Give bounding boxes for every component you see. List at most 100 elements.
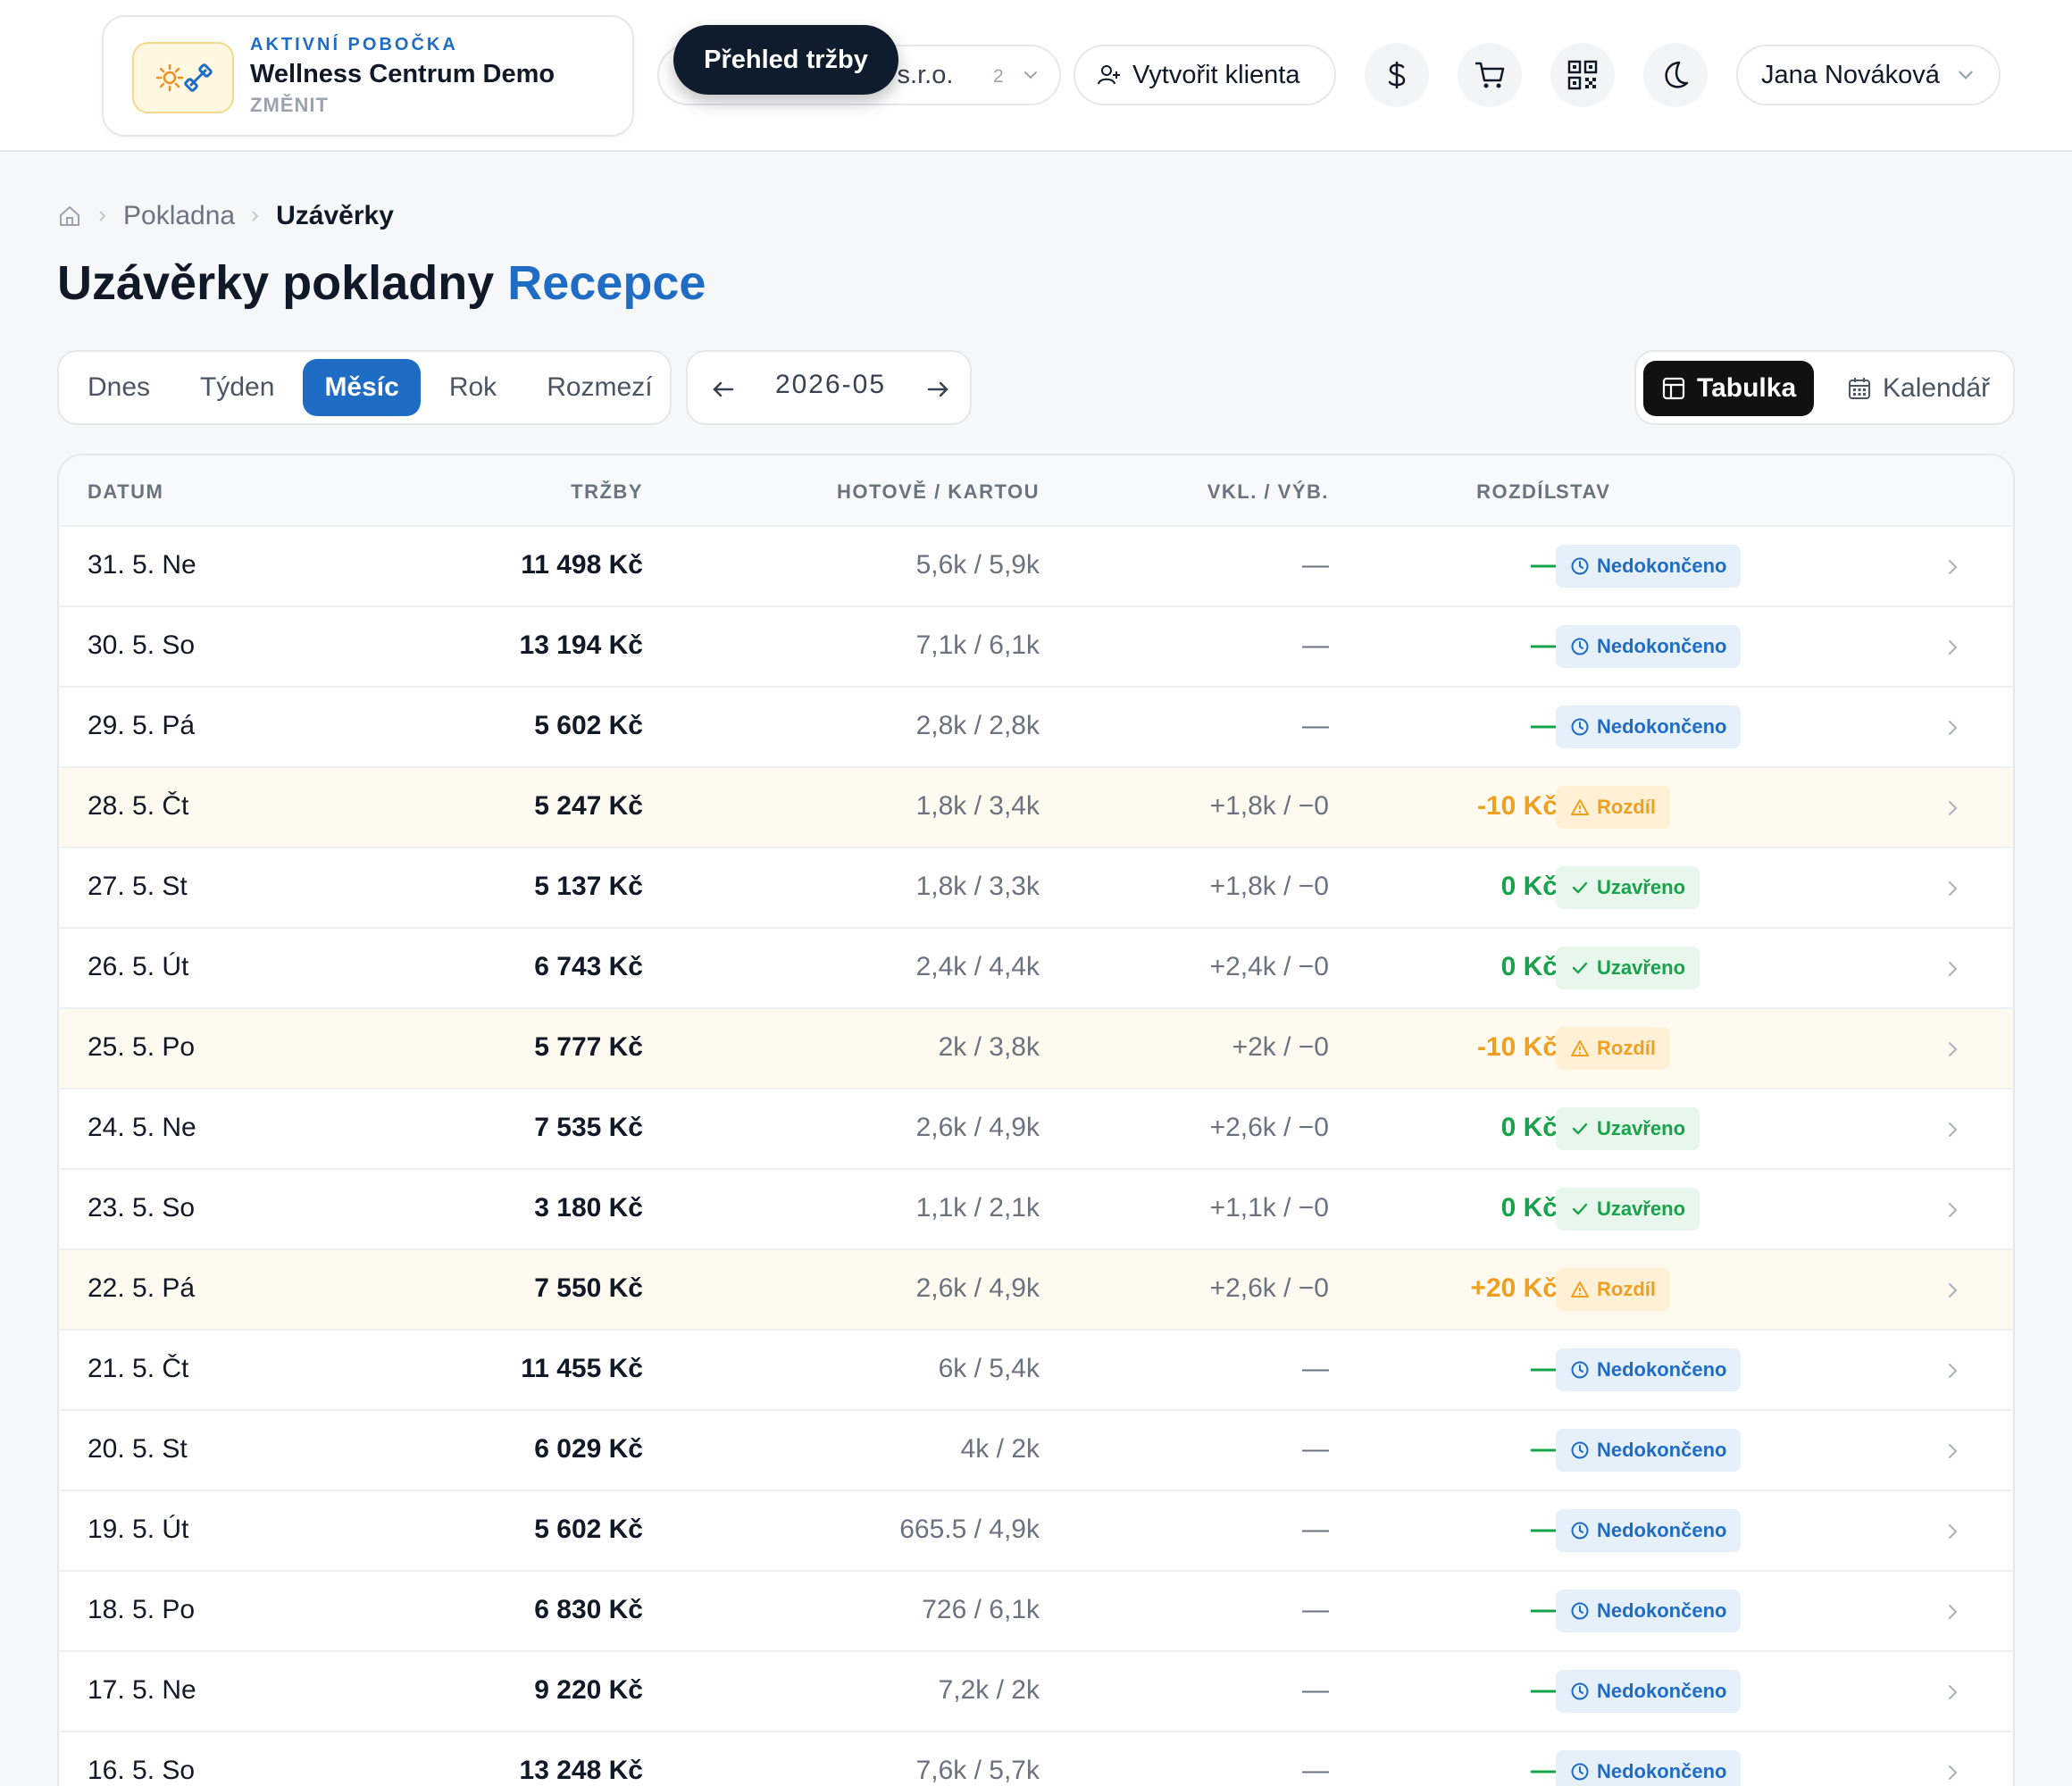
arrow-right-icon[interactable] — [923, 375, 952, 404]
clock-icon — [1571, 718, 1589, 736]
table-row[interactable]: 25. 5. Po 5 777 Kč 2k / 3,8k +2k / −0 -10 Kč… — [59, 1009, 2013, 1089]
home-icon[interactable] — [57, 204, 82, 229]
check-icon — [1572, 1203, 1588, 1215]
period-tab[interactable]: Měsíc — [303, 359, 421, 416]
cell-difference: +20 Kč — [1470, 1273, 1558, 1303]
table-row[interactable]: 17. 5. Ne 9 220 Kč 7,2k / 2k — — Nedokončeno — [59, 1652, 2013, 1732]
table-row[interactable]: 30. 5. So 13 194 Kč 7,1k / 6,1k — — Nedokonče… — [59, 607, 2013, 688]
chevron-right-icon[interactable] — [1943, 1600, 1963, 1623]
column-header-difference[interactable]: ROZDÍL — [1476, 480, 1558, 504]
calendar-view-button[interactable]: Kalendář — [1829, 361, 2008, 416]
table-view-button[interactable]: Tabulka — [1643, 361, 1815, 416]
cell-revenue: 6 029 Kč — [534, 1434, 643, 1464]
chevron-right-icon[interactable] — [1943, 797, 1963, 820]
chevron-right-icon[interactable] — [1943, 1359, 1963, 1382]
table-row[interactable]: 20. 5. St 6 029 Kč 4k / 2k — — Nedokončeno — [59, 1411, 2013, 1491]
table-row[interactable]: 26. 5. Út 6 743 Kč 2,4k / 4,4k +2,4k / −0 0 … — [59, 929, 2013, 1009]
chevron-right-icon[interactable] — [1943, 1279, 1963, 1302]
status-badge-label: Rozdíl — [1597, 1037, 1656, 1059]
table-row[interactable]: 19. 5. Út 5 602 Kč 665.5 / 4,9k — — Nedokonče… — [59, 1491, 2013, 1572]
chevron-right-icon[interactable] — [1943, 1440, 1963, 1463]
cell-date: 19. 5. Út — [88, 1515, 189, 1544]
table-row[interactable]: 31. 5. Ne 11 498 Kč 5,6k / 5,9k — — Nedokonče… — [59, 527, 2013, 607]
cell-deposit-withdrawal: — — [1302, 711, 1329, 740]
chevron-right-icon[interactable] — [1943, 1198, 1963, 1222]
chevron-right-icon[interactable] — [1943, 1520, 1963, 1543]
cell-date: 20. 5. St — [88, 1434, 188, 1464]
table-row[interactable]: 27. 5. St 5 137 Kč 1,8k / 3,3k +1,8k / −0 0 … — [59, 848, 2013, 929]
qr-button[interactable] — [1550, 43, 1615, 107]
chevron-right-icon[interactable] — [1943, 1761, 1963, 1784]
period-tab[interactable]: Dnes — [66, 359, 171, 416]
column-header-revenue[interactable]: TRŽBY — [571, 480, 643, 504]
cell-date: 17. 5. Ne — [88, 1675, 196, 1705]
check-icon — [1572, 881, 1588, 894]
status-badge: Rozdíl — [1556, 1027, 1670, 1070]
breadcrumb-separator-icon — [252, 211, 259, 221]
cell-cash-card: 1,8k / 3,4k — [915, 791, 1040, 821]
branch-change-link[interactable]: ZMĚNIT — [250, 94, 329, 117]
period-tab[interactable]: Rok — [428, 359, 518, 416]
status-badge-label: Uzavřeno — [1597, 1117, 1686, 1139]
user-menu[interactable]: Jana Nováková — [1736, 45, 2001, 105]
column-header-deposit-withdrawal[interactable]: VKL. / VÝB. — [1207, 480, 1329, 504]
chevron-right-icon[interactable] — [1943, 957, 1963, 981]
cell-deposit-withdrawal: — — [1302, 1595, 1329, 1624]
chevron-right-icon[interactable] — [1943, 716, 1963, 739]
table-view-label: Tabulka — [1697, 373, 1797, 403]
cell-difference: 0 Kč — [1500, 952, 1558, 981]
status-badge: Rozdíl — [1556, 786, 1670, 829]
cell-deposit-withdrawal: — — [1302, 1354, 1329, 1383]
cell-difference: — — [1531, 1675, 1558, 1705]
column-header-cash-card[interactable]: HOTOVĚ / KARTOU — [837, 480, 1040, 504]
cart-button[interactable] — [1458, 43, 1522, 107]
chevron-right-icon[interactable] — [1943, 1681, 1963, 1704]
cell-difference: — — [1531, 1595, 1558, 1624]
user-plus-icon — [1098, 65, 1120, 85]
table-row[interactable]: 23. 5. So 3 180 Kč 1,1k / 2,1k +1,1k / −0 0 … — [59, 1170, 2013, 1250]
branch-name: Wellness Centrum Demo — [250, 60, 556, 88]
table-row[interactable]: 16. 5. So 13 248 Kč 7,6k / 5,7k — — Nedokonče… — [59, 1732, 2013, 1786]
table-row[interactable]: 28. 5. Čt 5 247 Kč 1,8k / 3,4k +1,8k / −0 -1… — [59, 768, 2013, 848]
status-badge-label: Nedokončeno — [1597, 635, 1727, 657]
theme-toggle-button[interactable] — [1643, 43, 1708, 107]
warning-icon — [1571, 1040, 1589, 1056]
chevron-right-icon[interactable] — [1943, 636, 1963, 659]
chevron-right-icon[interactable] — [1943, 1118, 1963, 1141]
cell-difference: -10 Kč — [1476, 1032, 1558, 1062]
cell-deposit-withdrawal: +1,1k / −0 — [1209, 1193, 1329, 1223]
table-row[interactable]: 29. 5. Pá 5 602 Kč 2,8k / 2,8k — — Nedokončen… — [59, 688, 2013, 768]
branch-switcher[interactable]: AKTIVNÍ POBOČKA Wellness Centrum Demo ZM… — [102, 15, 634, 137]
status-badge-label: Rozdíl — [1597, 796, 1656, 818]
status-badge-label: Nedokončeno — [1597, 1760, 1727, 1782]
create-client-button[interactable]: Vytvořit klienta — [1074, 45, 1336, 105]
column-header-status[interactable]: STAV — [1556, 480, 1610, 504]
table-row[interactable]: 18. 5. Po 6 830 Kč 726 / 6,1k — — Nedokončeno — [59, 1572, 2013, 1652]
clock-icon — [1571, 1682, 1589, 1700]
column-header-date[interactable]: DATUM — [88, 480, 163, 504]
table-row[interactable]: 21. 5. Čt 11 455 Kč 6k / 5,4k — — Nedokončeno — [59, 1331, 2013, 1411]
cell-difference: — — [1531, 550, 1558, 580]
status-badge: Uzavřeno — [1556, 866, 1700, 909]
calendar-icon — [1849, 378, 1870, 399]
status-badge: Nedokončeno — [1556, 705, 1742, 748]
period-tab[interactable]: Rozmezí — [525, 359, 673, 416]
status-badge: Uzavřeno — [1556, 1107, 1700, 1150]
table-row[interactable]: 24. 5. Ne 7 535 Kč 2,6k / 4,9k +2,6k / −0 0 … — [59, 1089, 2013, 1170]
breadcrumb-separator-icon — [99, 211, 106, 221]
chevron-right-icon[interactable] — [1943, 1038, 1963, 1061]
breadcrumb-section[interactable]: Pokladna — [123, 201, 235, 231]
cell-difference: 0 Kč — [1500, 1113, 1558, 1142]
status-badge-label: Nedokončeno — [1597, 555, 1727, 577]
cell-date: 24. 5. Ne — [88, 1113, 196, 1142]
revenue-overview-tooltip: Přehled tržby — [673, 25, 898, 95]
chevron-right-icon[interactable] — [1943, 877, 1963, 900]
status-badge: Nedokončeno — [1556, 1509, 1742, 1552]
wellness-logo-icon — [155, 63, 213, 92]
period-tab[interactable]: Týden — [179, 359, 296, 416]
revenue-button[interactable] — [1365, 43, 1429, 107]
table-header: DATUM TRŽBY HOTOVĚ / KARTOU VKL. / VÝB. … — [59, 455, 2013, 527]
table-row[interactable]: 22. 5. Pá 7 550 Kč 2,6k / 4,9k +2,6k / −0 +2… — [59, 1250, 2013, 1331]
chevron-right-icon[interactable] — [1943, 555, 1963, 579]
clock-icon — [1571, 1763, 1589, 1781]
